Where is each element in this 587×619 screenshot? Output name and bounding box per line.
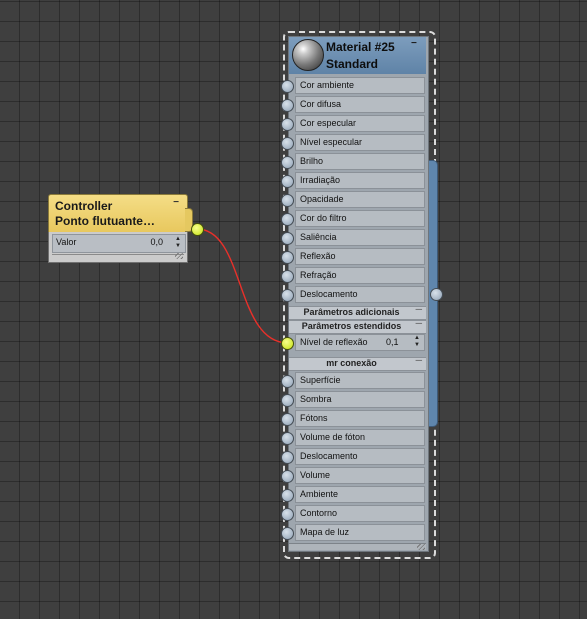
- slot-label: Nível de reflexão: [300, 337, 368, 347]
- input-port[interactable]: [281, 232, 294, 245]
- slot-label: Cor especular: [300, 118, 357, 128]
- slot-cor-do-filtro[interactable]: Cor do filtro: [295, 210, 425, 227]
- section-label: Parâmetros estendidos: [301, 321, 402, 331]
- section-label: Parâmetros adicionais: [303, 307, 400, 317]
- slot-label: Cor difusa: [300, 99, 342, 109]
- controller-subtitle: Ponto flutuante…: [55, 214, 155, 228]
- slot-cor-ambiente[interactable]: Cor ambiente: [295, 77, 425, 94]
- material-title: Material #25: [326, 40, 395, 54]
- updown-spinner-icon[interactable]: ▲ ▼: [412, 335, 422, 350]
- slot-label: Volume: [300, 470, 331, 480]
- slot-sombra[interactable]: Sombra: [295, 391, 425, 408]
- controller-node-header[interactable]: Controller Ponto flutuante… −: [48, 194, 188, 233]
- input-port[interactable]: [281, 470, 294, 483]
- input-port[interactable]: [281, 375, 294, 388]
- section-label: mr conexão: [326, 358, 377, 368]
- reflection-level-value[interactable]: 0,1: [386, 337, 399, 347]
- input-port[interactable]: [281, 156, 294, 169]
- slot-nivel-especular[interactable]: Nível especular: [295, 134, 425, 151]
- collapse-icon[interactable]: ─: [416, 318, 422, 328]
- slot-label: Brilho: [300, 156, 324, 166]
- slot-label: Superfície: [300, 375, 341, 385]
- input-port[interactable]: [281, 251, 294, 264]
- section-parametros-estendidos[interactable]: Parâmetros estendidos ─: [289, 318, 426, 334]
- input-port[interactable]: [281, 137, 294, 150]
- slot-reflexao[interactable]: Reflexão: [295, 248, 425, 265]
- material-preview-sphere: [292, 39, 324, 71]
- slot-label: Saliência: [300, 232, 337, 242]
- slot-volume[interactable]: Volume: [295, 467, 425, 484]
- resize-grip-icon[interactable]: [417, 544, 425, 550]
- slot-cor-especular[interactable]: Cor especular: [295, 115, 425, 132]
- input-port[interactable]: [281, 508, 294, 521]
- controller-title: Controller: [55, 199, 113, 213]
- controller-node-body: Valor 0,0 ▲ ▼: [48, 232, 188, 263]
- slot-label: Cor ambiente: [300, 80, 355, 90]
- input-port[interactable]: [281, 394, 294, 407]
- slot-volume-de-foton[interactable]: Volume de fóton: [295, 429, 425, 446]
- slot-label: Deslocamento: [300, 451, 358, 461]
- slot-opacidade[interactable]: Opacidade: [295, 191, 425, 208]
- input-port[interactable]: [281, 99, 294, 112]
- section-mr-conexao[interactable]: mr conexão ─: [289, 355, 426, 371]
- slot-irradiacao[interactable]: Irradiação: [295, 172, 425, 189]
- input-port[interactable]: [281, 413, 294, 426]
- slot-saliencia[interactable]: Saliência: [295, 229, 425, 246]
- slot-superficie[interactable]: Superfície: [295, 372, 425, 389]
- input-port[interactable]: [281, 289, 294, 302]
- value-number[interactable]: 0,0: [150, 237, 163, 247]
- slot-refracao[interactable]: Refração: [295, 267, 425, 284]
- slot-label: Volume de fóton: [300, 432, 366, 442]
- slot-label: Contorno: [300, 508, 338, 518]
- slot-nivel-de-reflexao[interactable]: Nível de reflexão 0,1 ▲ ▼: [295, 334, 425, 351]
- slot-mapa-de-luz[interactable]: Mapa de luz: [295, 524, 425, 541]
- input-port[interactable]: [281, 527, 294, 540]
- slot-label: Nível especular: [300, 137, 363, 147]
- input-port[interactable]: [281, 270, 294, 283]
- controller-minimize-button[interactable]: −: [173, 197, 179, 208]
- section-parametros-adicionais[interactable]: Parâmetros adicionais ─: [289, 304, 426, 320]
- slot-contorno[interactable]: Contorno: [295, 505, 425, 522]
- slot-ambiente[interactable]: Ambiente: [295, 486, 425, 503]
- slot-label: Ambiente: [300, 489, 339, 499]
- slot-fotons[interactable]: Fótons: [295, 410, 425, 427]
- slot-label: Mapa de luz: [300, 527, 350, 537]
- input-port[interactable]: [281, 451, 294, 464]
- slot-brilho[interactable]: Brilho: [295, 153, 425, 170]
- controller-node[interactable]: Controller Ponto flutuante… − Valor 0,0 …: [48, 194, 193, 264]
- collapse-icon[interactable]: ─: [416, 355, 422, 365]
- input-port[interactable]: [281, 175, 294, 188]
- input-port[interactable]: [281, 489, 294, 502]
- slot-label: Cor do filtro: [300, 213, 347, 223]
- controller-value-field[interactable]: Valor 0,0 ▲ ▼: [52, 234, 186, 253]
- slot-label: Sombra: [300, 394, 332, 404]
- slot-deslocamento[interactable]: Deslocamento: [295, 286, 425, 303]
- updown-spinner-icon[interactable]: ▲ ▼: [173, 236, 183, 251]
- slot-label: Opacidade: [300, 194, 344, 204]
- slot-label: Irradiação: [300, 175, 341, 185]
- material-output-port[interactable]: [430, 288, 443, 301]
- slot-label: Deslocamento: [300, 289, 358, 299]
- slot-cor-difusa[interactable]: Cor difusa: [295, 96, 425, 113]
- input-port[interactable]: [281, 118, 294, 131]
- material-node-footer: [289, 543, 426, 550]
- slot-label: Fótons: [300, 413, 328, 423]
- material-minimize-button[interactable]: −: [411, 38, 417, 49]
- resize-grip-icon[interactable]: [175, 253, 183, 259]
- controller-node-footer: [52, 253, 184, 259]
- input-port[interactable]: [281, 80, 294, 93]
- connected-input-port[interactable]: [281, 337, 294, 350]
- controller-output-port[interactable]: [191, 223, 204, 236]
- input-port[interactable]: [281, 194, 294, 207]
- slot-label: Reflexão: [300, 251, 336, 261]
- material-type: Standard: [326, 57, 379, 71]
- collapse-icon[interactable]: ─: [416, 304, 422, 314]
- input-port[interactable]: [281, 213, 294, 226]
- slot-mr-deslocamento[interactable]: Deslocamento: [295, 448, 425, 465]
- slot-label: Refração: [300, 270, 337, 280]
- input-port[interactable]: [281, 432, 294, 445]
- value-label: Valor: [56, 237, 77, 247]
